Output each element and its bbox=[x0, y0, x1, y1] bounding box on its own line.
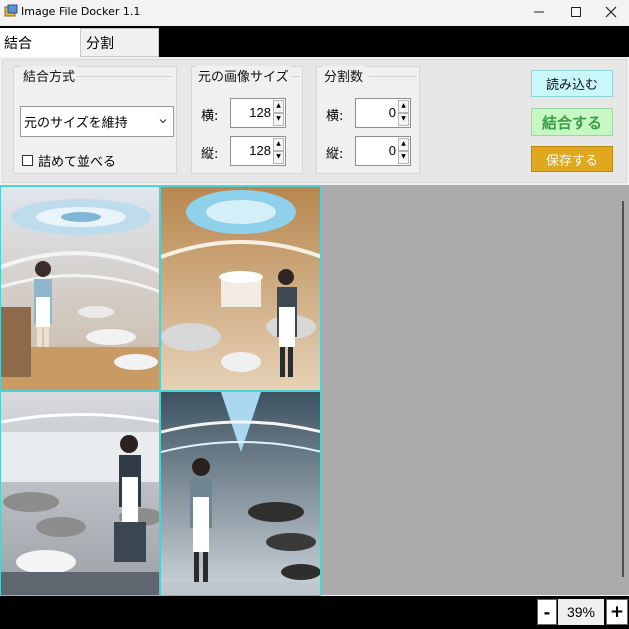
close-button[interactable] bbox=[593, 0, 629, 24]
window-title: Image File Docker 1.1 bbox=[21, 5, 141, 18]
pack-option[interactable]: 詰めて並べる bbox=[22, 151, 116, 170]
spin-down-icon[interactable]: ▼ bbox=[398, 151, 409, 164]
spin-up-icon[interactable]: ▲ bbox=[273, 138, 284, 151]
source-width-value: 128 bbox=[249, 105, 271, 120]
image-tile[interactable] bbox=[0, 391, 160, 596]
preview-image bbox=[161, 187, 320, 390]
source-height-value: 128 bbox=[249, 143, 271, 158]
source-height-spinner[interactable]: 128 ▲ ▼ bbox=[230, 136, 286, 166]
split-horizontal-label: 横: bbox=[326, 109, 344, 124]
source-size-group: 元の画像サイズ 横: 128 ▲ ▼ 縦: 128 ▲ ▼ bbox=[191, 66, 303, 174]
scrollbar-thumb[interactable] bbox=[622, 201, 624, 577]
spin-up-icon[interactable]: ▲ bbox=[398, 100, 409, 113]
minimize-button[interactable] bbox=[521, 0, 557, 24]
spinner-buttons: ▲ ▼ bbox=[273, 138, 284, 164]
split-vertical-spinner[interactable]: 0 ▲ ▼ bbox=[355, 136, 411, 166]
group-divider bbox=[369, 76, 417, 77]
image-tile[interactable] bbox=[160, 391, 321, 596]
vertical-scrollbar[interactable] bbox=[620, 185, 629, 595]
source-height-label: 縦: bbox=[201, 147, 219, 162]
spinner-buttons: ▲ ▼ bbox=[273, 100, 284, 126]
split-count-title: 分割数 bbox=[322, 66, 366, 85]
load-button[interactable]: 読み込む bbox=[531, 70, 613, 97]
preview-image bbox=[161, 392, 320, 595]
tab-combine-label: 結合 bbox=[4, 35, 32, 52]
split-count-group: 分割数 横: 0 ▲ ▼ 縦: 0 ▲ ▼ bbox=[316, 66, 420, 174]
tab-split[interactable]: 分割 bbox=[80, 28, 159, 57]
close-icon bbox=[605, 6, 617, 18]
source-width-spinner[interactable]: 128 ▲ ▼ bbox=[230, 98, 286, 128]
split-vertical-label: 縦: bbox=[326, 147, 344, 162]
preview-image bbox=[1, 392, 159, 595]
spinner-buttons: ▲ ▼ bbox=[398, 100, 409, 126]
image-tile[interactable] bbox=[0, 186, 160, 391]
spin-down-icon[interactable]: ▼ bbox=[273, 151, 284, 164]
split-horizontal-spinner[interactable]: 0 ▲ ▼ bbox=[355, 98, 411, 128]
source-width-label: 横: bbox=[201, 109, 219, 124]
split-horizontal-value: 0 bbox=[388, 105, 396, 120]
combine-button[interactable]: 結合する bbox=[531, 108, 613, 136]
title-bar: Image File Docker 1.1 bbox=[0, 0, 629, 24]
combine-method-value: 元のサイズを維持 bbox=[24, 116, 128, 131]
spin-up-icon[interactable]: ▲ bbox=[273, 100, 284, 113]
maximize-button[interactable] bbox=[558, 0, 594, 24]
minimize-icon bbox=[534, 11, 544, 13]
split-vertical-value: 0 bbox=[388, 143, 396, 158]
tab-combine[interactable]: 結合 bbox=[0, 28, 80, 57]
app-icon bbox=[4, 4, 18, 17]
tab-split-label: 分割 bbox=[86, 35, 114, 52]
group-divider bbox=[76, 76, 172, 77]
zoom-level: 39% bbox=[558, 599, 604, 625]
pack-checkbox-label: 詰めて並べる bbox=[38, 155, 117, 170]
source-size-title: 元の画像サイズ bbox=[196, 66, 291, 85]
spin-down-icon[interactable]: ▼ bbox=[273, 113, 284, 126]
preview-image bbox=[1, 187, 159, 390]
spinner-buttons: ▲ ▼ bbox=[398, 138, 409, 164]
chevron-down-icon bbox=[159, 119, 167, 124]
pack-checkbox[interactable] bbox=[22, 155, 33, 166]
combine-method-select[interactable]: 元のサイズを維持 bbox=[20, 106, 174, 137]
app-window: Image File Docker 1.1 結合 分割 結合方式 元のサイズを維… bbox=[0, 0, 629, 629]
status-bar bbox=[0, 596, 629, 629]
zoom-in-button[interactable]: + bbox=[606, 599, 628, 625]
zoom-out-button[interactable]: - bbox=[537, 599, 557, 625]
spin-up-icon[interactable]: ▲ bbox=[398, 138, 409, 151]
spin-down-icon[interactable]: ▼ bbox=[398, 113, 409, 126]
maximize-icon bbox=[571, 7, 581, 17]
image-tile[interactable] bbox=[160, 186, 321, 391]
save-button[interactable]: 保存する bbox=[531, 146, 613, 172]
combine-method-title: 結合方式 bbox=[21, 66, 78, 85]
combine-method-group: 結合方式 元のサイズを維持 詰めて並べる bbox=[13, 66, 177, 174]
